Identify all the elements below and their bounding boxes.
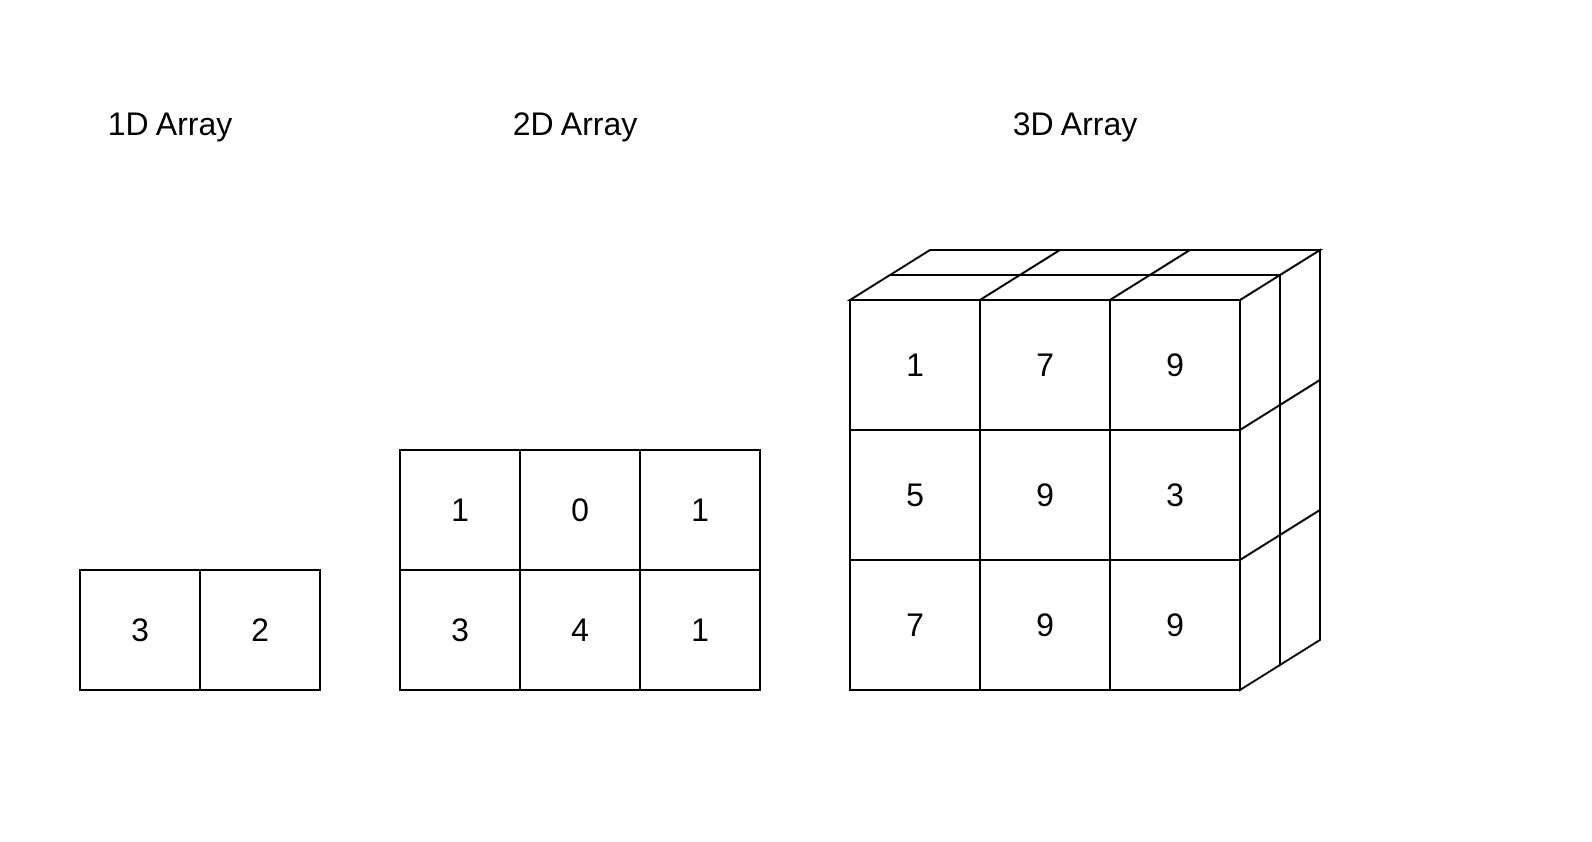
title-1d: 1D Array: [108, 106, 232, 142]
two-d-array: 1 0 1 3 4 1: [400, 450, 760, 690]
three-d-array: 1 7 9 5 9 3 7 9 9: [850, 250, 1320, 690]
three-d-side-cell: [1240, 405, 1280, 560]
three-d-front-cell-value: 9: [1166, 347, 1184, 383]
two-d-cell-value: 1: [451, 492, 469, 528]
one-d-array: 32: [80, 570, 320, 690]
two-d-cell-value: 0: [571, 492, 589, 528]
three-d-side-cell: [1240, 535, 1280, 690]
two-d-cell-value: 1: [691, 612, 709, 648]
one-d-cell-value: 3: [131, 612, 149, 648]
title-3d: 3D Array: [1013, 106, 1137, 142]
three-d-front-cell-value: 9: [1036, 607, 1054, 643]
three-d-front-cell-value: 9: [1036, 477, 1054, 513]
three-d-side-cell: [1280, 380, 1320, 535]
three-d-front-cell-value: 7: [1036, 347, 1054, 383]
three-d-front-cell-value: 3: [1166, 477, 1184, 513]
title-2d: 2D Array: [513, 106, 637, 142]
three-d-front-cell-value: 9: [1166, 607, 1184, 643]
two-d-cell-value: 1: [691, 492, 709, 528]
three-d-front-cell-value: 1: [906, 347, 924, 383]
two-d-cell-value: 3: [451, 612, 469, 648]
three-d-side-cell: [1280, 250, 1320, 405]
three-d-front-cell-value: 7: [906, 607, 924, 643]
three-d-side-cell: [1240, 275, 1280, 430]
two-d-cell-value: 4: [571, 612, 589, 648]
three-d-side-cell: [1280, 510, 1320, 665]
three-d-front-cell-value: 5: [906, 477, 924, 513]
one-d-cell-value: 2: [251, 612, 269, 648]
array-dimensions-diagram: 1D Array 2D Array 3D Array 32 101341 179…: [0, 0, 1592, 842]
